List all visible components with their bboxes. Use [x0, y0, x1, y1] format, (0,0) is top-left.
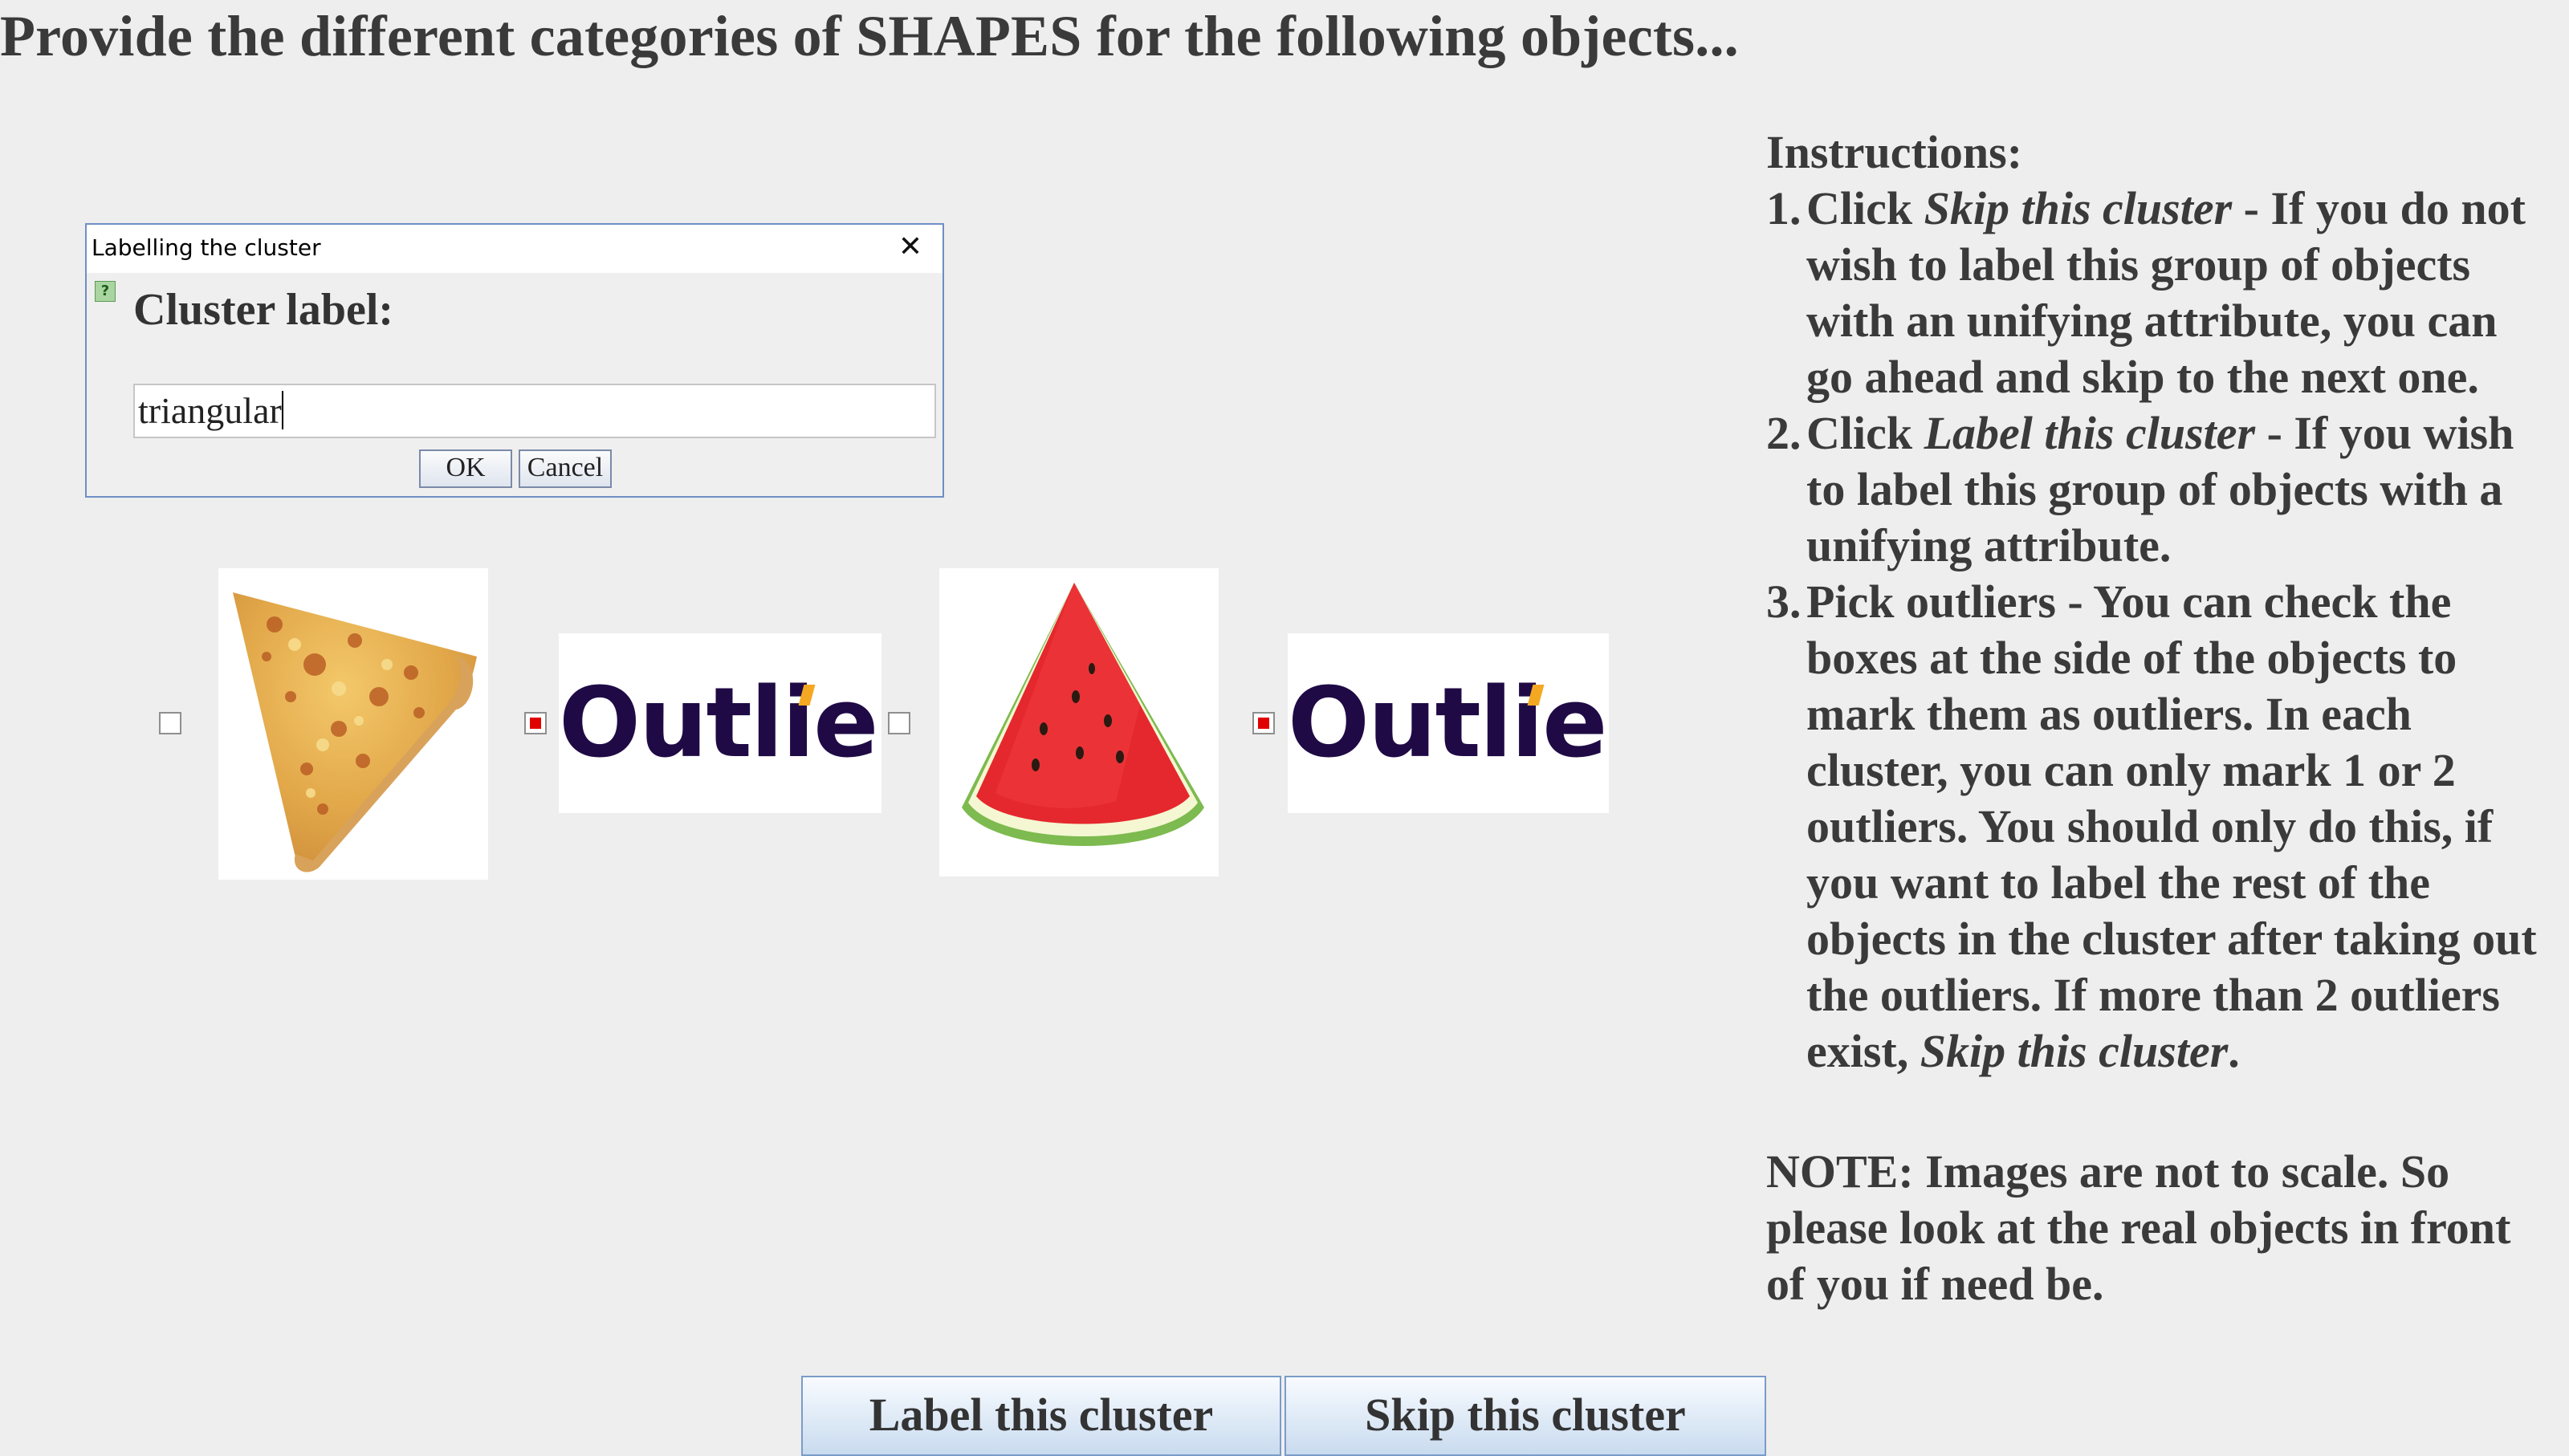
instruction-item: 2. Click Label this cluster - If you wish… [1766, 405, 2553, 574]
instruction-prefix: Click [1806, 182, 1924, 234]
instruction-number: 1. [1766, 182, 1802, 234]
watermelon-slice-icon [962, 583, 1204, 846]
instructions-panel: Instructions: 1. Click Skip this cluster … [1766, 124, 2553, 1359]
dialog-titlebar[interactable]: Labelling the cluster ✕ [87, 225, 943, 273]
skip-cluster-button[interactable]: Skip this cluster [1284, 1376, 1766, 1456]
instruction-emphasis: Label this cluster [1924, 407, 2256, 459]
instruction-text: - You can check the boxes at the side of… [1806, 575, 2537, 1077]
cluster-label-text: Cluster label: [133, 285, 394, 335]
note-text: NOTE: Images are not to scale. So please… [1766, 1145, 2511, 1310]
watermelon-image [939, 568, 1219, 876]
instruction-item: 3. Pick outliers - You can check the boxe… [1766, 574, 2553, 1080]
text-caret [281, 391, 283, 429]
label-cluster-button[interactable]: Label this cluster [801, 1376, 1281, 1456]
pizza-image [218, 568, 488, 880]
labelling-dialog: Labelling the cluster ✕ ? Cluster label:… [85, 223, 944, 498]
outlier-checkbox-2[interactable] [524, 712, 547, 734]
outlier-image-2: Outlier [1288, 633, 1609, 813]
input-value: triangular [138, 390, 282, 431]
outlier-checkbox-pizza[interactable] [159, 712, 181, 734]
instruction-number: 3. [1766, 575, 1802, 628]
instruction-emphasis: Skip this cluster [1924, 182, 2233, 234]
outlier-checkbox-4[interactable] [1252, 712, 1275, 734]
instruction-prefix: Click [1806, 407, 1924, 459]
ok-button[interactable]: OK [419, 449, 512, 488]
outlier-logo-text: Outlier [559, 668, 881, 779]
cluster-label-input[interactable]: triangular [133, 384, 936, 438]
instructions-heading: Instructions: [1766, 126, 2023, 178]
instruction-item: 1. Click Skip this cluster - If you do no… [1766, 181, 2553, 405]
instruction-emphasis: Skip this cluster [1920, 1025, 2229, 1077]
instructions-list: 1. Click Skip this cluster - If you do no… [1766, 181, 2553, 1080]
instruction-number: 2. [1766, 407, 1802, 459]
pizza-slice-icon [233, 592, 477, 872]
cancel-button[interactable]: Cancel [519, 449, 612, 488]
dialog-title: Labelling the cluster [92, 234, 321, 261]
outlier-logo-text-2: Outlier [1288, 668, 1609, 779]
instruction-prefix: Pick outliers [1806, 575, 2056, 628]
instruction-end: . [2228, 1025, 2240, 1077]
close-icon[interactable]: ✕ [891, 226, 930, 268]
outlier-image: Outlier [559, 633, 881, 813]
question-icon: ? [95, 281, 116, 302]
outlier-checkbox-watermelon[interactable] [888, 712, 910, 734]
page-title: Provide the different categories of SHAP… [0, 4, 1739, 68]
